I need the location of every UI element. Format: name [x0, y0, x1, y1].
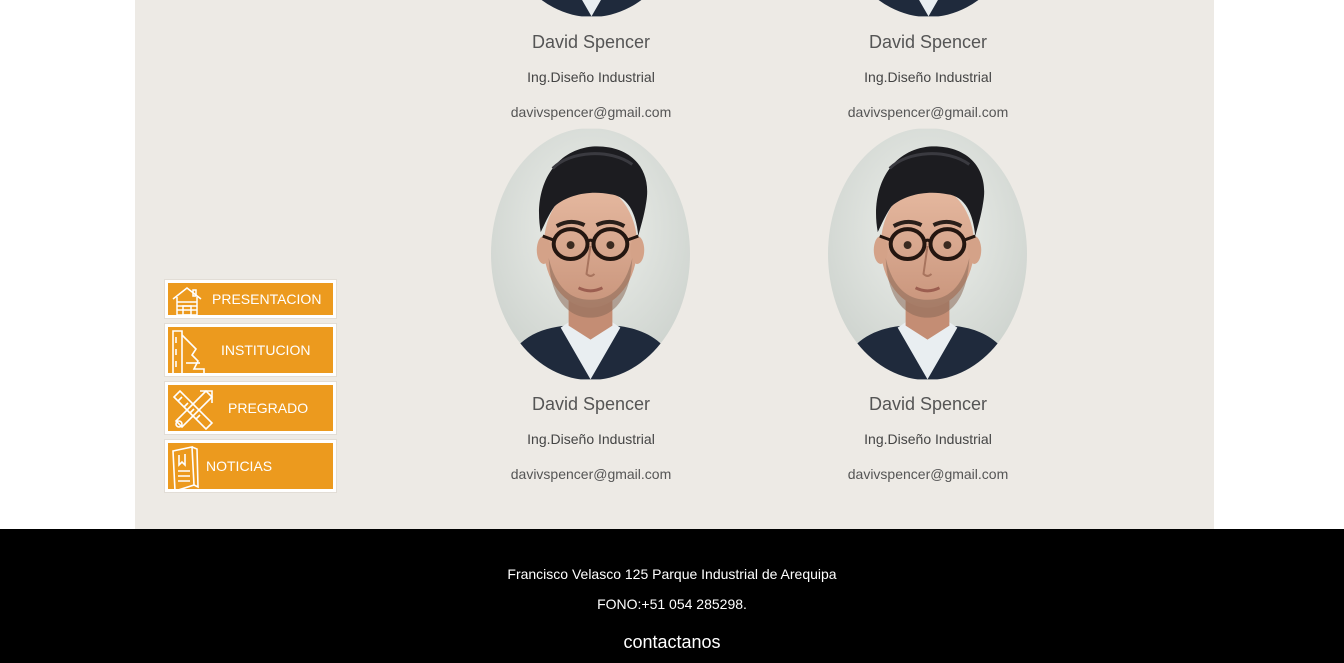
member-role: Ing.Diseño Industrial	[864, 431, 992, 447]
nav-button-institucion[interactable]: INSTITUCION	[165, 324, 336, 376]
team-card: David Spencer Ing.Diseño Industrial davi…	[798, 128, 1058, 488]
team-card: David Spencer Ing.Diseño Industrial davi…	[461, 0, 721, 125]
member-email[interactable]: davivspencer@gmail.com	[798, 466, 1058, 482]
nav-label-presentacion: PRESENTACION	[212, 291, 322, 307]
member-name: David Spencer	[531, 394, 651, 414]
nav-label-noticias: NOTICIAS	[206, 458, 273, 474]
contact-link[interactable]: contactanos	[0, 632, 1344, 653]
team-card: David Spencer Ing.Diseño Industrial davi…	[461, 128, 721, 488]
member-name: David Spencer	[868, 394, 988, 414]
nav-button-noticias[interactable]: NOTICIAS	[165, 440, 336, 493]
footer-address: Francisco Velasco 125 Parque Industrial …	[507, 566, 837, 582]
team-card: David Spencer Ing.Diseño Industrial davi…	[798, 0, 1058, 125]
building-icon	[170, 329, 210, 380]
nav-button-pregrado[interactable]: PREGRADO	[165, 382, 336, 434]
profile-photo	[492, 0, 691, 17]
member-email[interactable]: davivspencer@gmail.com	[461, 104, 721, 120]
book-icon	[170, 445, 200, 496]
member-role: Ing.Diseño Industrial	[527, 69, 655, 85]
member-name: David Spencer	[531, 32, 651, 52]
member-role: Ing.Diseño Industrial	[864, 69, 992, 85]
house-icon	[170, 285, 204, 320]
member-email[interactable]: davivspencer@gmail.com	[461, 466, 721, 482]
footer: Francisco Velasco 125 Parque Industrial …	[0, 529, 1344, 663]
footer-phone: FONO:+51 054 285298.	[597, 596, 747, 612]
nav-label-pregrado: PREGRADO	[228, 400, 309, 416]
member-name: David Spencer	[868, 32, 988, 52]
member-role: Ing.Diseño Industrial	[527, 431, 655, 447]
member-email[interactable]: davivspencer@gmail.com	[798, 104, 1058, 120]
nav-label-institucion: INSTITUCION	[221, 342, 311, 358]
nav-button-presentacion[interactable]: PRESENTACION	[165, 280, 336, 318]
profile-photo	[828, 128, 1027, 380]
profile-photo	[829, 0, 1028, 17]
tools-icon	[170, 387, 216, 438]
profile-photo	[491, 128, 690, 380]
